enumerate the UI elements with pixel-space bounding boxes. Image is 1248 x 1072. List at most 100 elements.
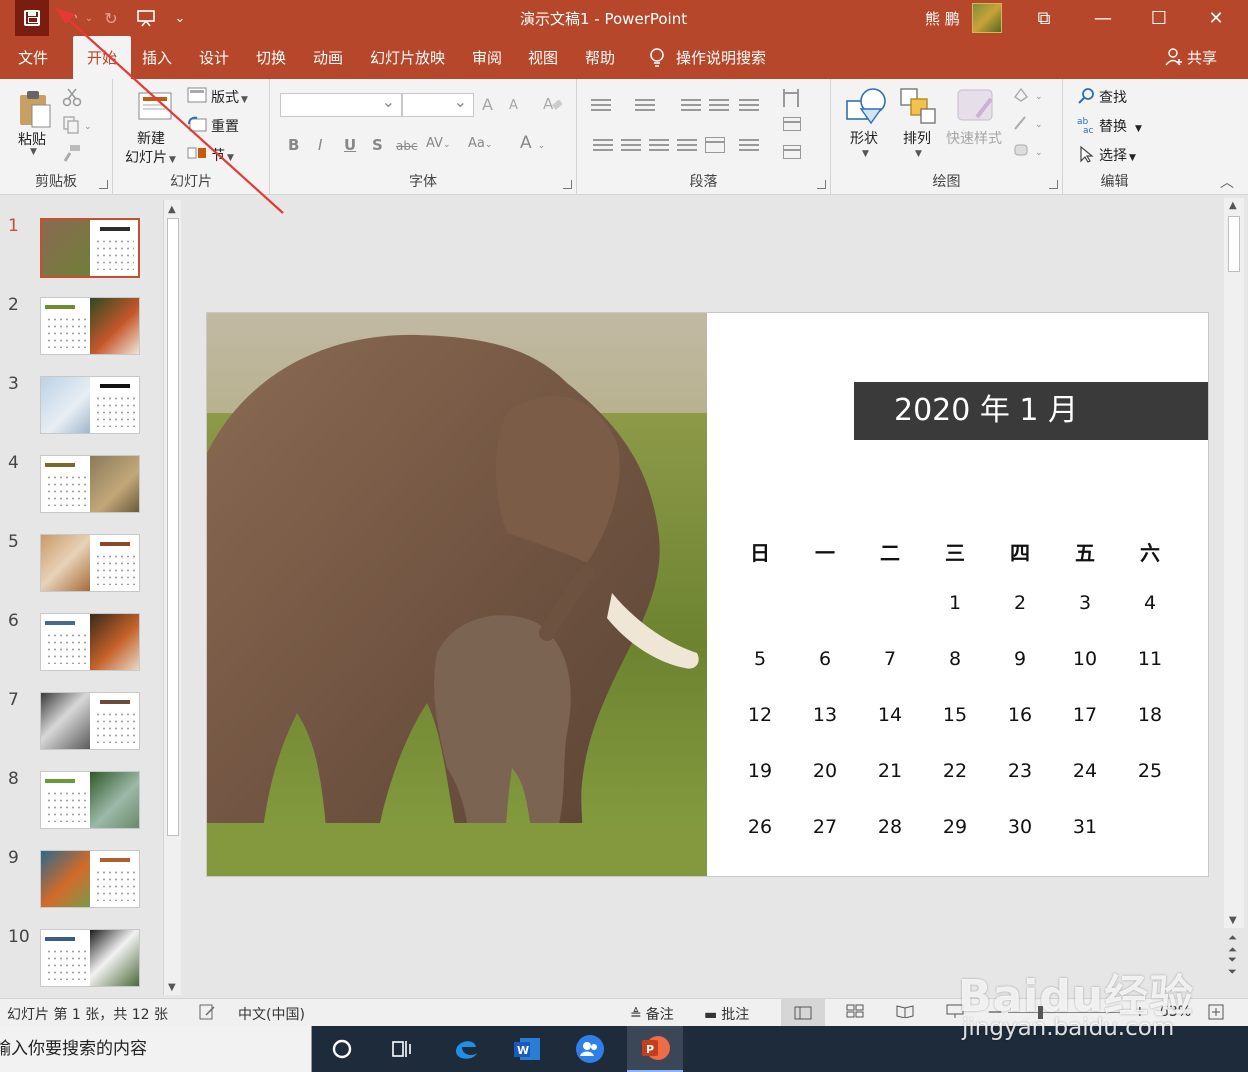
align-right-icon[interactable] bbox=[649, 139, 669, 151]
italic-button[interactable]: I bbox=[318, 136, 322, 154]
text-shadow-button[interactable]: S bbox=[372, 136, 383, 154]
close-button[interactable]: ✕ bbox=[1188, 0, 1244, 36]
chevron-down-icon[interactable]: ▼ bbox=[862, 149, 869, 159]
increase-font-size-button[interactable]: A bbox=[482, 95, 493, 114]
calendar-month-title[interactable]: 2020 年 1 月 bbox=[854, 382, 1208, 440]
scrollbar-thumb[interactable] bbox=[1228, 216, 1240, 272]
scroll-down-icon[interactable]: ▼ bbox=[1229, 915, 1237, 926]
justify-icon[interactable] bbox=[677, 139, 697, 151]
slide-scrollbar[interactable]: ▲ ▼ bbox=[1224, 198, 1244, 928]
replace-button[interactable]: ab ac 替换 ▼ bbox=[1077, 116, 1142, 136]
underline-button[interactable]: U bbox=[344, 136, 356, 154]
arrange-icon[interactable] bbox=[899, 87, 939, 127]
slide-thumbnail[interactable] bbox=[40, 613, 140, 671]
tab-review[interactable]: 审阅 bbox=[472, 36, 502, 79]
people-icon[interactable] bbox=[574, 1034, 606, 1064]
avatar[interactable] bbox=[972, 3, 1002, 33]
change-case-button[interactable]: Aa⌄ bbox=[468, 136, 492, 151]
font-color-button[interactable]: A ⌄ bbox=[520, 133, 545, 153]
character-spacing-button[interactable]: AV⌄ bbox=[426, 136, 451, 151]
layout-icon[interactable] bbox=[187, 87, 207, 103]
new-slide-label-2[interactable]: 幻灯片 ▼ bbox=[125, 147, 176, 167]
slide-thumbnail[interactable] bbox=[40, 376, 140, 434]
user-name[interactable]: 熊 鹏 bbox=[925, 8, 960, 29]
clear-formatting-icon[interactable]: A bbox=[542, 93, 564, 115]
undo-button[interactable]: ↶ bbox=[56, 6, 86, 30]
comments-button[interactable]: ▬ 批注 bbox=[704, 1004, 749, 1024]
clipboard-launcher[interactable] bbox=[99, 180, 108, 189]
fit-to-window-button[interactable] bbox=[1208, 1004, 1224, 1024]
line-spacing-icon[interactable] bbox=[739, 99, 759, 111]
word-icon[interactable]: W bbox=[511, 1034, 543, 1064]
paste-button[interactable] bbox=[18, 89, 52, 129]
select-button[interactable]: 选择 ▼ bbox=[1077, 145, 1136, 165]
columns-icon[interactable] bbox=[739, 139, 759, 151]
section-button[interactable]: 节 ▼ bbox=[211, 145, 234, 165]
slide-thumbnail[interactable] bbox=[40, 297, 140, 355]
scrollbar-thumb[interactable] bbox=[167, 218, 179, 836]
scroll-up-icon[interactable]: ▲ bbox=[1229, 200, 1237, 211]
customize-quick-access-button[interactable]: ⌄ bbox=[170, 6, 190, 30]
undo-dropdown[interactable]: ⌄ bbox=[84, 6, 94, 30]
cut-icon[interactable] bbox=[62, 87, 82, 107]
find-button[interactable]: 查找 bbox=[1077, 87, 1127, 107]
tab-home[interactable]: 开始 bbox=[73, 36, 132, 79]
shapes-icon[interactable] bbox=[845, 87, 889, 127]
language-indicator[interactable]: 中文(中国) bbox=[238, 1004, 305, 1024]
decrease-font-size-button[interactable]: A bbox=[509, 98, 518, 113]
section-icon[interactable] bbox=[187, 145, 207, 161]
scroll-down-icon[interactable]: ▼ bbox=[168, 982, 176, 993]
numbering-icon[interactable] bbox=[635, 99, 655, 111]
smartart-icon[interactable] bbox=[783, 145, 801, 159]
font-launcher[interactable] bbox=[563, 180, 572, 189]
slide-thumbnail[interactable] bbox=[40, 455, 140, 513]
collapse-ribbon-icon[interactable]: ︿ bbox=[1220, 172, 1234, 192]
chevron-down-icon[interactable]: ▼ bbox=[915, 149, 922, 159]
strikethrough-button[interactable]: abc bbox=[396, 139, 418, 153]
font-name-dropdown[interactable] bbox=[280, 92, 402, 117]
tab-file[interactable]: 文件 bbox=[18, 36, 48, 79]
new-slide-label-1[interactable]: 新建 bbox=[137, 128, 165, 148]
tell-me-search[interactable]: 操作说明搜索 bbox=[648, 36, 766, 79]
scroll-up-icon[interactable]: ▲ bbox=[168, 204, 176, 215]
align-center-icon[interactable] bbox=[621, 139, 641, 151]
tab-design[interactable]: 设计 bbox=[199, 36, 229, 79]
quick-styles-button[interactable]: 快速样式 bbox=[946, 128, 1002, 148]
next-slide-button[interactable]: ⏷ ⏷ bbox=[1228, 954, 1237, 978]
share-button[interactable]: 共享 bbox=[1165, 36, 1217, 79]
slide-thumbnail[interactable] bbox=[40, 692, 140, 750]
layout-button[interactable]: 版式 ▼ bbox=[211, 87, 248, 107]
decrease-indent-icon[interactable] bbox=[681, 99, 701, 111]
format-painter-icon[interactable] bbox=[62, 143, 82, 163]
tab-slide-show[interactable]: 幻灯片放映 bbox=[370, 36, 445, 79]
tab-animations[interactable]: 动画 bbox=[313, 36, 343, 79]
bullets-icon[interactable] bbox=[591, 99, 611, 111]
align-text-icon[interactable] bbox=[783, 117, 801, 131]
save-button[interactable] bbox=[15, 0, 49, 36]
text-direction-icon[interactable] bbox=[783, 89, 799, 107]
slide-thumbnail[interactable] bbox=[40, 218, 140, 278]
tab-insert[interactable]: 插入 bbox=[142, 36, 172, 79]
edge-icon[interactable] bbox=[450, 1034, 482, 1064]
taskbar-search-input[interactable]: 输入你要搜索的内容 bbox=[0, 1026, 312, 1072]
start-from-beginning-button[interactable] bbox=[133, 6, 159, 30]
arrange-button[interactable]: 排列 bbox=[903, 128, 931, 148]
slide-thumbnail[interactable] bbox=[40, 929, 140, 987]
shape-outline-icon[interactable]: ⌄ bbox=[1011, 113, 1047, 133]
chevron-down-icon[interactable]: ▼ bbox=[30, 147, 37, 157]
paragraph-launcher[interactable] bbox=[817, 180, 826, 189]
slide-thumbnail[interactable] bbox=[40, 771, 140, 829]
new-slide-icon[interactable] bbox=[135, 87, 175, 127]
font-size-dropdown[interactable] bbox=[402, 92, 474, 117]
tab-help[interactable]: 帮助 bbox=[585, 36, 615, 79]
slide-thumbnail[interactable] bbox=[40, 534, 140, 592]
increase-indent-icon[interactable] bbox=[709, 99, 729, 111]
bold-button[interactable]: B bbox=[288, 136, 299, 154]
copy-icon[interactable]: ⌄ bbox=[62, 115, 92, 135]
minimize-button[interactable]: — bbox=[1075, 0, 1131, 36]
paste-label[interactable]: 粘贴 bbox=[18, 129, 46, 149]
reading-view-button[interactable] bbox=[896, 1004, 914, 1022]
redo-button[interactable]: ↻ bbox=[98, 6, 124, 30]
tab-transitions[interactable]: 切换 bbox=[256, 36, 286, 79]
task-view-icon[interactable] bbox=[386, 1034, 418, 1064]
